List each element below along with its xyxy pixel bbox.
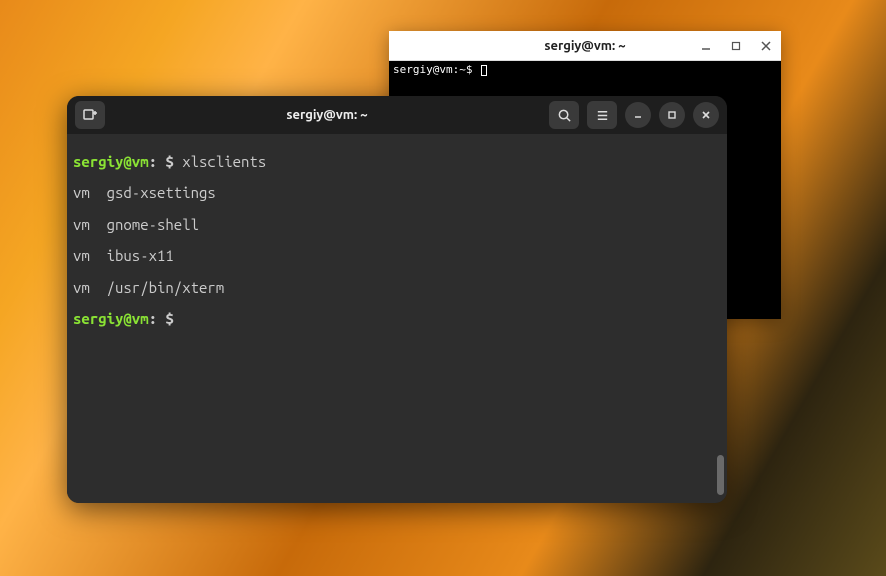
menu-button[interactable] — [587, 101, 617, 129]
prompt-user: sergiy@vm — [73, 153, 149, 170]
gnome-terminal-window: sergiy@vm: ~ sergiy@vm: $ xls — [67, 96, 727, 503]
maximize-button[interactable] — [659, 102, 685, 128]
gnome-terminal-headerbar[interactable]: sergiy@vm: ~ — [67, 96, 727, 134]
terminal-output-line: vm gsd-xsettings — [73, 185, 721, 201]
scrollbar-thumb[interactable] — [717, 455, 724, 495]
search-button[interactable] — [549, 101, 579, 129]
xterm-prompt: sergiy@vm:~$ — [393, 63, 479, 76]
close-button[interactable] — [693, 102, 719, 128]
terminal-output-line: vm gnome-shell — [73, 217, 721, 233]
prompt-colon: : — [149, 153, 157, 170]
terminal-output-line: vm /usr/bin/xterm — [73, 280, 721, 296]
close-button[interactable] — [757, 37, 775, 55]
terminal-output-line: vm ibus-x11 — [73, 248, 721, 264]
command-text: xlsclients — [182, 153, 266, 170]
minimize-button[interactable] — [697, 37, 715, 55]
gnome-terminal-body[interactable]: sergiy@vm: $ xlsclients vm gsd-xsettings… — [67, 134, 727, 503]
terminal-line: sergiy@vm: $ — [73, 311, 721, 327]
headerbar-right-controls — [549, 101, 719, 129]
new-tab-button[interactable] — [75, 101, 105, 129]
xterm-cursor — [481, 65, 487, 76]
terminal-line: sergiy@vm: $ xlsclients — [73, 154, 721, 170]
minimize-button[interactable] — [625, 102, 651, 128]
xterm-titlebar[interactable]: sergiy@vm: ~ — [389, 31, 781, 61]
prompt-dollar: $ — [165, 310, 182, 327]
maximize-button[interactable] — [727, 37, 745, 55]
gnome-terminal-title: sergiy@vm: ~ — [111, 108, 543, 122]
prompt-colon: : — [149, 310, 157, 327]
xterm-title: sergiy@vm: ~ — [544, 39, 625, 53]
prompt-user: sergiy@vm — [73, 310, 149, 327]
xterm-window-controls — [697, 31, 775, 60]
prompt-dollar: $ — [165, 153, 182, 170]
